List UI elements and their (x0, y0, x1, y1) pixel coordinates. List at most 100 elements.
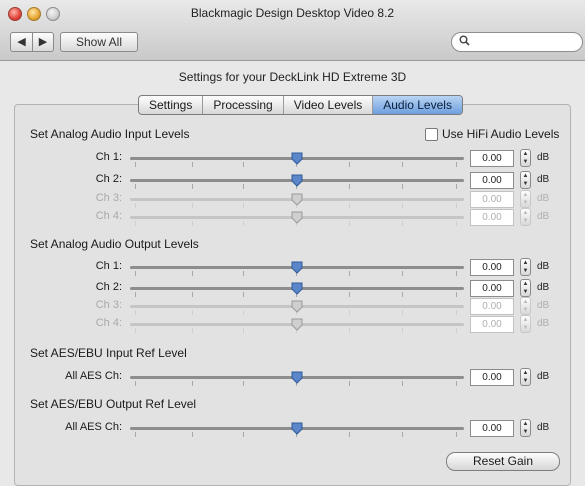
slider-tick (349, 162, 350, 167)
slider-tick (349, 381, 350, 386)
slider-tick (192, 271, 193, 276)
stepper-up-icon: ▲ (522, 192, 529, 198)
slider-tick (402, 328, 403, 333)
slider-tick (192, 221, 193, 226)
tab-bar: Settings Processing Video Levels Audio L… (138, 95, 463, 115)
stepper-down-icon: ▼ (522, 325, 529, 331)
slider-tick (135, 432, 136, 437)
aes-output-row: All AES Ch: 0.00 ▲ ▼ dB (0, 418, 585, 438)
tab-processing[interactable]: Processing (203, 96, 284, 114)
input-ch2-slider-thumb[interactable] (291, 174, 303, 187)
slider-tick (402, 162, 403, 167)
aes-input-label: All AES Ch: (65, 370, 122, 382)
aes-input-stepper[interactable]: ▲ ▼ (520, 368, 531, 386)
tab-video-levels[interactable]: Video Levels (284, 96, 374, 114)
slider-tick (349, 432, 350, 437)
slider-tick (192, 432, 193, 437)
slider-tick (135, 221, 136, 226)
stepper-up-icon: ▲ (522, 210, 529, 216)
output-ch1-slider-thumb[interactable] (291, 261, 303, 274)
input-ch3-row: Ch 3: 0.00 ▲ ▼ dB (0, 189, 585, 209)
slider-tick (402, 271, 403, 276)
hifi-checkbox-row[interactable]: Use HiFi Audio Levels (425, 127, 559, 141)
back-button[interactable]: ◀ (10, 32, 33, 52)
stepper-down-icon: ▼ (522, 181, 529, 187)
aes-output-value-field[interactable]: 0.00 (470, 420, 514, 437)
slider-tick (192, 162, 193, 167)
stepper-down-icon: ▼ (522, 159, 529, 165)
title-bar: Blackmagic Design Desktop Video 8.2 ◀ ▶ … (0, 0, 585, 61)
output-ch1-unit: dB (537, 261, 550, 272)
input-ch2-slider[interactable] (130, 174, 464, 189)
stepper-up-icon: ▲ (522, 151, 529, 157)
input-ch3-label: Ch 3: (95, 192, 122, 204)
output-ch4-row: Ch 4: 0.00 ▲ ▼ dB (0, 314, 585, 334)
output-ch1-slider[interactable] (130, 261, 464, 276)
input-ch4-label: Ch 4: (95, 210, 122, 222)
search-icon (459, 35, 470, 49)
output-ch4-label: Ch 4: (95, 317, 122, 329)
search-input[interactable] (451, 32, 583, 52)
output-ch2-stepper[interactable]: ▲ ▼ (520, 279, 531, 297)
input-ch2-value-field[interactable]: 0.00 (470, 172, 514, 189)
output-ch2-slider[interactable] (130, 282, 464, 297)
slider-tick (456, 162, 457, 167)
output-ch1-value-field[interactable]: 0.00 (470, 259, 514, 276)
aes-input-slider-thumb[interactable] (291, 371, 303, 384)
stepper-up-icon: ▲ (522, 421, 529, 427)
slider-tick (243, 381, 244, 386)
input-ch4-value-field: 0.00 (470, 209, 514, 226)
section-title-input: Set Analog Audio Input Levels (30, 127, 190, 141)
input-ch4-slider (130, 211, 464, 226)
tab-audio-levels[interactable]: Audio Levels (373, 96, 462, 114)
slider-tick (135, 271, 136, 276)
reset-gain-button[interactable]: Reset Gain (446, 452, 560, 471)
input-ch1-unit: dB (537, 152, 550, 163)
input-ch3-stepper: ▲ ▼ (520, 190, 531, 208)
output-ch1-stepper[interactable]: ▲ ▼ (520, 258, 531, 276)
slider-tick (135, 162, 136, 167)
stepper-up-icon: ▲ (522, 370, 529, 376)
show-all-button[interactable]: Show All (60, 32, 138, 52)
aes-output-stepper[interactable]: ▲ ▼ (520, 419, 531, 437)
input-ch1-slider-thumb[interactable] (291, 152, 303, 165)
slider-tick (243, 271, 244, 276)
input-ch1-stepper[interactable]: ▲ ▼ (520, 149, 531, 167)
section-title-output: Set Analog Audio Output Levels (30, 237, 199, 251)
input-ch3-value-field: 0.00 (470, 191, 514, 208)
window-title: Blackmagic Design Desktop Video 8.2 (190, 6, 395, 20)
output-ch2-row: Ch 2: 0.00 ▲ ▼ dB (0, 278, 585, 298)
input-ch1-value-field[interactable]: 0.00 (470, 150, 514, 167)
output-ch3-slider-thumb (291, 300, 303, 313)
output-ch3-unit: dB (537, 300, 550, 311)
output-ch2-value-field[interactable]: 0.00 (470, 280, 514, 297)
input-ch2-stepper[interactable]: ▲ ▼ (520, 171, 531, 189)
stepper-down-icon: ▼ (522, 307, 529, 313)
hifi-checkbox[interactable] (425, 127, 438, 141)
slider-tick (402, 221, 403, 226)
output-ch3-row: Ch 3: 0.00 ▲ ▼ dB (0, 296, 585, 316)
aes-output-slider-thumb[interactable] (291, 422, 303, 435)
stepper-up-icon: ▲ (522, 260, 529, 266)
output-ch3-stepper: ▲ ▼ (520, 297, 531, 315)
slider-tick (349, 271, 350, 276)
aes-output-slider[interactable] (130, 422, 464, 437)
output-ch4-unit: dB (537, 318, 550, 329)
aes-output-unit: dB (537, 422, 550, 433)
slider-tick (243, 432, 244, 437)
aes-input-slider[interactable] (130, 371, 464, 386)
input-ch3-slider (130, 193, 464, 208)
input-ch1-slider[interactable] (130, 152, 464, 167)
slider-tick (456, 221, 457, 226)
input-ch1-row: Ch 1: 0.00 ▲ ▼ dB (0, 148, 585, 168)
slider-tick (349, 221, 350, 226)
slider-tick (456, 432, 457, 437)
input-ch1-label: Ch 1: (95, 151, 122, 163)
output-ch1-row: Ch 1: 0.00 ▲ ▼ dB (0, 257, 585, 277)
aes-input-value-field[interactable]: 0.00 (470, 369, 514, 386)
tab-settings[interactable]: Settings (139, 96, 204, 114)
section-title-aes-input: Set AES/EBU Input Ref Level (30, 346, 187, 360)
output-ch2-slider-thumb[interactable] (291, 282, 303, 295)
forward-button[interactable]: ▶ (32, 32, 54, 52)
stepper-down-icon: ▼ (522, 378, 529, 384)
